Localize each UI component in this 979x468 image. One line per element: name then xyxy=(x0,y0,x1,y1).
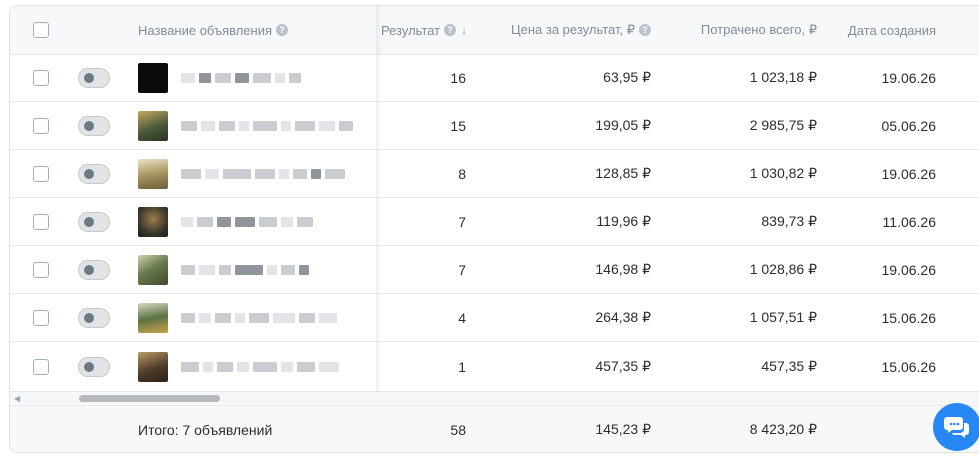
ad-status-toggle[interactable] xyxy=(78,307,110,328)
header-name-label: Название объявления xyxy=(138,22,273,38)
cell-result: 7 xyxy=(458,213,466,230)
select-all-checkbox[interactable] xyxy=(33,22,49,38)
ad-thumbnail[interactable] xyxy=(138,302,168,333)
cell-result: 1 xyxy=(458,358,466,375)
cell-date: 19.06.26 xyxy=(881,165,937,182)
header-date[interactable]: Дата создания xyxy=(830,6,936,54)
table-row[interactable]: 7 119,96 ₽ 839,73 ₽ 11.06.26 xyxy=(10,198,979,246)
select-all-cell xyxy=(33,6,49,54)
table-row[interactable]: 1 457,35 ₽ 457,35 ₽ 15.06.26 xyxy=(10,342,979,392)
ad-status-toggle[interactable] xyxy=(78,67,110,88)
cell-price: 119,96 ₽ xyxy=(596,213,651,229)
ad-name-redacted[interactable] xyxy=(181,246,376,293)
ad-thumbnail[interactable] xyxy=(138,158,168,189)
cell-price: 63,95 ₽ xyxy=(603,69,651,85)
header-result-label: Результат xyxy=(381,22,441,38)
table-row[interactable]: 8 128,85 ₽ 1 030,82 ₽ 19.06.26 xyxy=(10,150,979,198)
ads-table: Название объявления ? Результат ? ↓ Цена… xyxy=(9,5,979,453)
ad-thumbnail[interactable] xyxy=(138,110,168,141)
row-checkbox[interactable] xyxy=(33,69,49,86)
cell-result: 16 xyxy=(450,69,466,86)
cell-result: 15 xyxy=(450,117,466,134)
cell-date: 11.06.26 xyxy=(882,213,936,230)
question-circle-icon[interactable]: ? xyxy=(639,24,651,36)
cell-spent: 1 030,82 ₽ xyxy=(749,165,817,181)
ad-status-toggle[interactable] xyxy=(78,163,110,184)
footer-spent: 8 423,20 ₽ xyxy=(749,421,817,437)
cell-spent: 1 057,51 ₽ xyxy=(749,309,817,325)
header-price-label: Цена за результат, ₽ xyxy=(511,22,635,37)
cell-price: 199,05 ₽ xyxy=(595,117,651,133)
scroll-left-icon[interactable]: ◀ xyxy=(14,394,20,403)
cell-spent: 2 985,75 ₽ xyxy=(749,117,817,133)
cell-price: 264,38 ₽ xyxy=(595,309,651,325)
ad-status-toggle[interactable] xyxy=(78,259,110,280)
ad-status-toggle[interactable] xyxy=(78,356,110,377)
table-footer: Итого: 7 объявлений 58 145,23 ₽ 8 423,20… xyxy=(10,405,979,452)
cell-spent: 839,73 ₽ xyxy=(761,213,817,229)
cell-spent: 1 023,18 ₽ xyxy=(749,69,817,85)
table-header: Название объявления ? Результат ? ↓ Цена… xyxy=(10,6,979,55)
cell-spent: 1 028,86 ₽ xyxy=(749,261,817,277)
header-spent[interactable]: Потрачено всего, ₽ xyxy=(670,6,817,54)
ad-thumbnail[interactable] xyxy=(138,351,168,382)
question-circle-icon[interactable]: ? xyxy=(444,24,457,36)
table-row[interactable]: 4 264,38 ₽ 1 057,51 ₽ 15.06.26 xyxy=(10,294,979,342)
ad-thumbnail[interactable] xyxy=(138,206,168,237)
header-date-label: Дата создания xyxy=(847,22,936,38)
cell-price: 457,35 ₽ xyxy=(595,358,651,374)
ad-name-redacted[interactable] xyxy=(181,150,376,197)
table-row[interactable]: 15 199,05 ₽ 2 985,75 ₽ 05.06.26 xyxy=(10,102,979,150)
sort-arrow-icon: ↓ xyxy=(461,23,468,37)
cell-date: 19.06.26 xyxy=(881,261,937,278)
ad-thumbnail[interactable] xyxy=(138,254,168,285)
header-name[interactable]: Название объявления ? xyxy=(138,6,289,54)
chat-bubbles-icon xyxy=(944,417,969,438)
row-checkbox[interactable] xyxy=(33,309,49,326)
cell-spent: 457,35 ₽ xyxy=(761,358,817,374)
cell-price: 146,98 ₽ xyxy=(595,261,651,277)
cell-date: 15.06.26 xyxy=(881,309,937,326)
sticky-column-shadow xyxy=(376,6,382,392)
ad-name-redacted[interactable] xyxy=(181,198,376,245)
footer-result: 58 xyxy=(450,421,466,438)
footer-price: 145,23 ₽ xyxy=(595,421,651,437)
ad-status-toggle[interactable] xyxy=(78,211,110,232)
ad-name-redacted[interactable] xyxy=(181,294,376,341)
row-checkbox[interactable] xyxy=(33,117,49,134)
table-row[interactable]: 7 146,98 ₽ 1 028,86 ₽ 19.06.26 xyxy=(10,246,979,294)
ad-name-redacted[interactable] xyxy=(181,342,376,391)
cell-date: 15.06.26 xyxy=(881,358,937,375)
ad-name-redacted[interactable] xyxy=(181,102,376,149)
cell-price: 128,85 ₽ xyxy=(595,165,651,181)
scrollbar-thumb[interactable] xyxy=(79,395,220,402)
footer-total-label: Итого: 7 объявлений xyxy=(138,421,273,438)
header-result[interactable]: Результат ? ↓ xyxy=(381,6,467,54)
header-price[interactable]: Цена за результат, ₽ ? xyxy=(480,6,651,54)
header-spent-label: Потрачено всего, ₽ xyxy=(700,22,817,37)
ad-status-toggle[interactable] xyxy=(78,115,110,136)
chat-button[interactable] xyxy=(933,403,979,451)
table-row[interactable]: 16 63,95 ₽ 1 023,18 ₽ 19.06.26 xyxy=(10,54,979,102)
row-checkbox[interactable] xyxy=(33,358,49,375)
horizontal-scrollbar[interactable]: ◀ xyxy=(10,392,979,404)
ad-thumbnail[interactable] xyxy=(138,62,168,93)
row-checkbox[interactable] xyxy=(33,213,49,230)
cell-result: 7 xyxy=(458,261,466,278)
cell-date: 19.06.26 xyxy=(881,69,937,86)
cell-result: 4 xyxy=(458,309,466,326)
row-checkbox[interactable] xyxy=(33,261,49,278)
ad-name-redacted[interactable] xyxy=(181,54,376,101)
cell-date: 05.06.26 xyxy=(881,117,937,134)
question-circle-icon[interactable]: ? xyxy=(276,24,289,36)
cell-result: 8 xyxy=(458,165,466,182)
row-checkbox[interactable] xyxy=(33,165,49,182)
